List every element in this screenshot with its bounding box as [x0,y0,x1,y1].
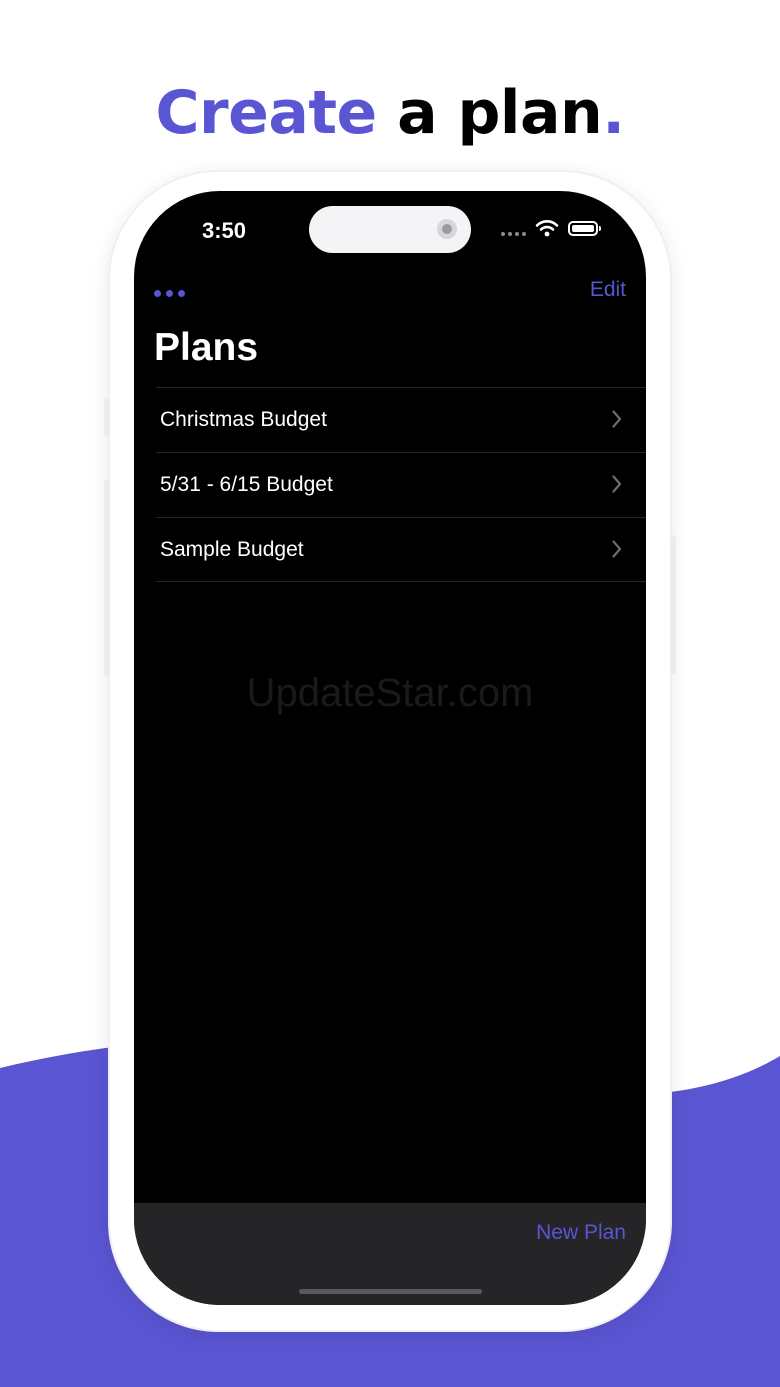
plan-list: Christmas Budget 5/31 - 6/15 Budget Samp… [156,387,646,582]
chevron-right-icon [612,475,622,493]
plan-row-label: 5/31 - 6/15 Budget [160,473,333,496]
chevron-right-icon [612,540,622,558]
new-plan-button[interactable]: New Plan [536,1221,626,1245]
camera-icon [437,219,457,239]
more-options-button[interactable] [152,285,192,307]
plan-row-christmas-budget[interactable]: Christmas Budget [156,387,646,452]
edit-button[interactable]: Edit [590,278,626,302]
plan-row-5-31-6-15-budget[interactable]: 5/31 - 6/15 Budget [156,452,646,517]
phone-screen: 3:50 Edit Plans Christmas Budget 5/31 - … [134,191,646,1305]
plan-row-label: Christmas Budget [160,408,327,431]
headline-accent-word: Create [155,78,378,148]
signal-dots-icon [501,232,527,237]
dynamic-island [309,206,471,253]
headline-period: . [602,78,625,148]
page-title: Plans [154,326,259,369]
headline: Create a plan. [0,78,780,148]
headline-rest: a plan [376,78,603,148]
phone-side-button-left-lower [104,480,110,676]
status-time: 3:50 [202,218,247,243]
plan-row-sample-budget[interactable]: Sample Budget [156,517,646,582]
watermark: UpdateStar.com [246,671,534,715]
wifi-icon [535,220,559,237]
phone-side-button-left-upper [104,398,110,436]
phone-side-button-right [670,535,676,675]
battery-icon [568,221,601,236]
home-indicator[interactable] [299,1289,482,1294]
plan-row-label: Sample Budget [160,538,304,561]
bottom-toolbar: New Plan [134,1203,646,1305]
chevron-right-icon [612,410,622,428]
